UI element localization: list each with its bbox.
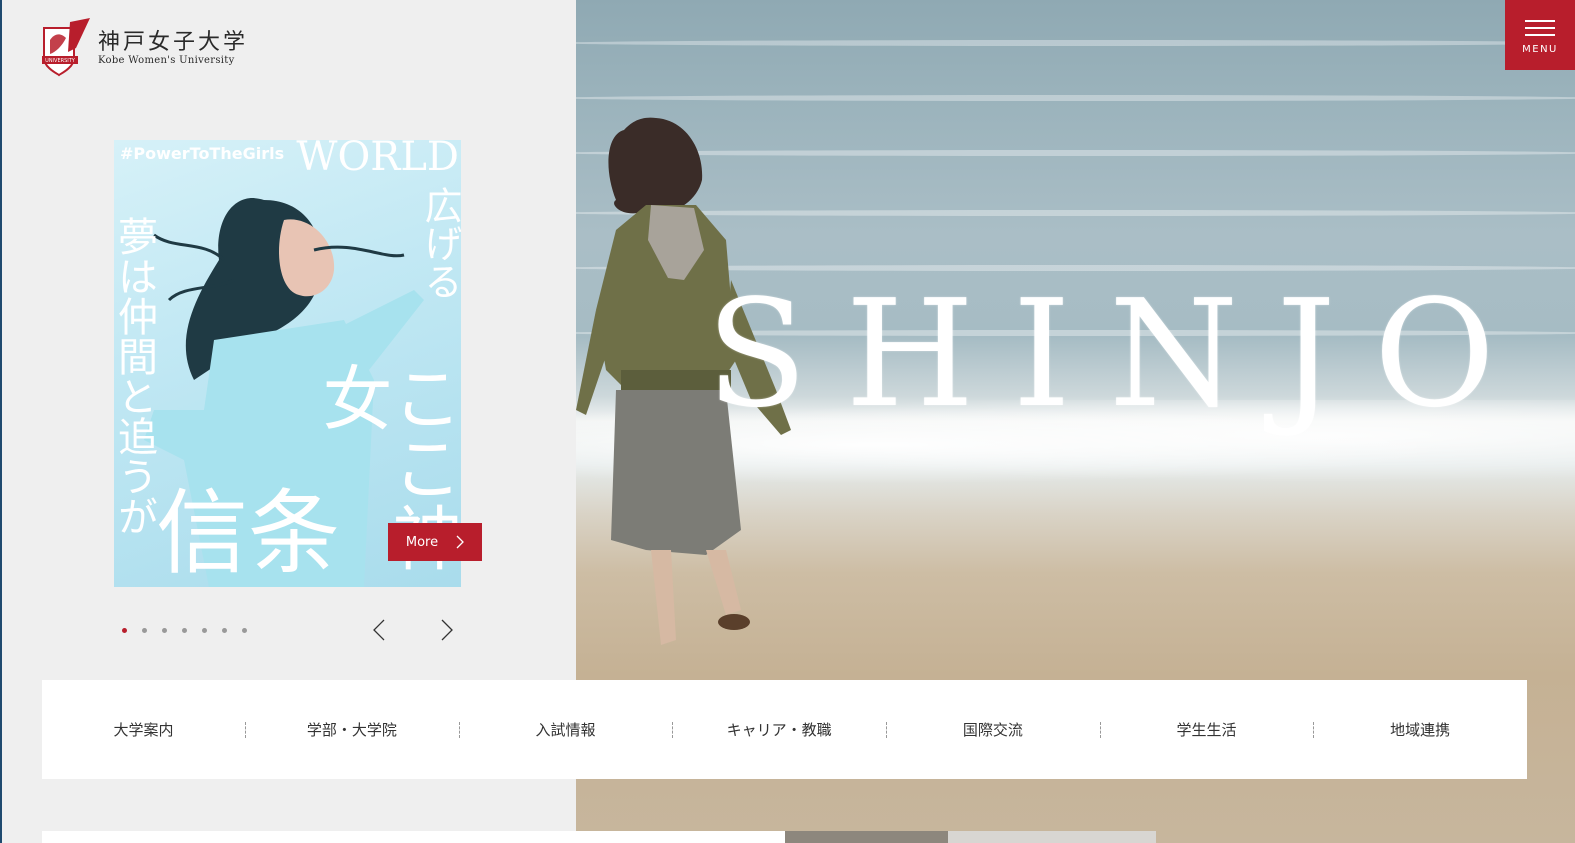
university-logo[interactable]: UNIVERSITY 神戸女子大学 Kobe Women's Universit…	[40, 18, 248, 78]
global-nav: 大学案内 学部・大学院 入試情報 キャリア・教職 国際交流 学生生活 地域連携	[42, 680, 1527, 779]
nav-item-about[interactable]: 大学案内	[42, 719, 245, 740]
nav-item-international[interactable]: 国際交流	[886, 719, 1100, 740]
feature-slide[interactable]: #PowerToTheGirls WORLD 広げる ここ神女 夢は仲間と追うが…	[114, 140, 461, 587]
hamburger-icon	[1525, 15, 1555, 41]
crest-text: UNIVERSITY	[45, 58, 76, 64]
slider-dots	[122, 628, 247, 633]
nav-item-student-life[interactable]: 学生生活	[1099, 719, 1314, 740]
hero-title: SHINJO	[706, 268, 1534, 440]
menu-button[interactable]: MENU	[1505, 0, 1575, 70]
slider-dot[interactable]	[122, 628, 127, 633]
slide-vertical-text: 広げる	[418, 186, 461, 300]
chevron-right-icon[interactable]	[434, 618, 458, 642]
slide-hashtag: #PowerToTheGirls	[120, 144, 285, 163]
window-edge	[0, 0, 2, 843]
thumbnail-edge	[948, 831, 1156, 843]
content-card-edge	[42, 831, 785, 843]
slider-dot[interactable]	[182, 628, 187, 633]
slide-headline: 信条	[156, 480, 341, 587]
more-label: More	[405, 534, 439, 550]
slider-dot[interactable]	[142, 628, 147, 633]
slide-vertical-text: 夢は仲間と追うが	[114, 216, 157, 536]
nav-item-career[interactable]: キャリア・教職	[672, 719, 886, 740]
logo-name-en: Kobe Women's University	[98, 54, 235, 66]
nav-item-community[interactable]: 地域連携	[1313, 719, 1527, 740]
chevron-right-icon	[456, 535, 465, 549]
slide-world-text: WORLD	[296, 140, 459, 180]
slider-dot[interactable]	[242, 628, 247, 633]
wave-line	[576, 40, 1575, 46]
nav-item-admissions[interactable]: 入試情報	[458, 719, 673, 740]
slider-dot[interactable]	[222, 628, 227, 633]
slider-dot[interactable]	[202, 628, 207, 633]
page: SHINJO UNIVERSITY 神戸女子大学 Kobe Women's Un…	[0, 0, 1575, 843]
chevron-left-icon[interactable]	[368, 618, 392, 642]
logo-name-jp: 神戸女子大学	[98, 29, 249, 55]
more-button[interactable]: More	[388, 523, 482, 561]
menu-label: MENU	[1522, 44, 1558, 55]
slider-dot[interactable]	[162, 628, 167, 633]
wave-line	[576, 95, 1575, 101]
crest-icon: UNIVERSITY	[42, 18, 90, 77]
nav-item-faculties[interactable]: 学部・大学院	[244, 719, 459, 740]
thumbnail-edge	[785, 831, 948, 843]
